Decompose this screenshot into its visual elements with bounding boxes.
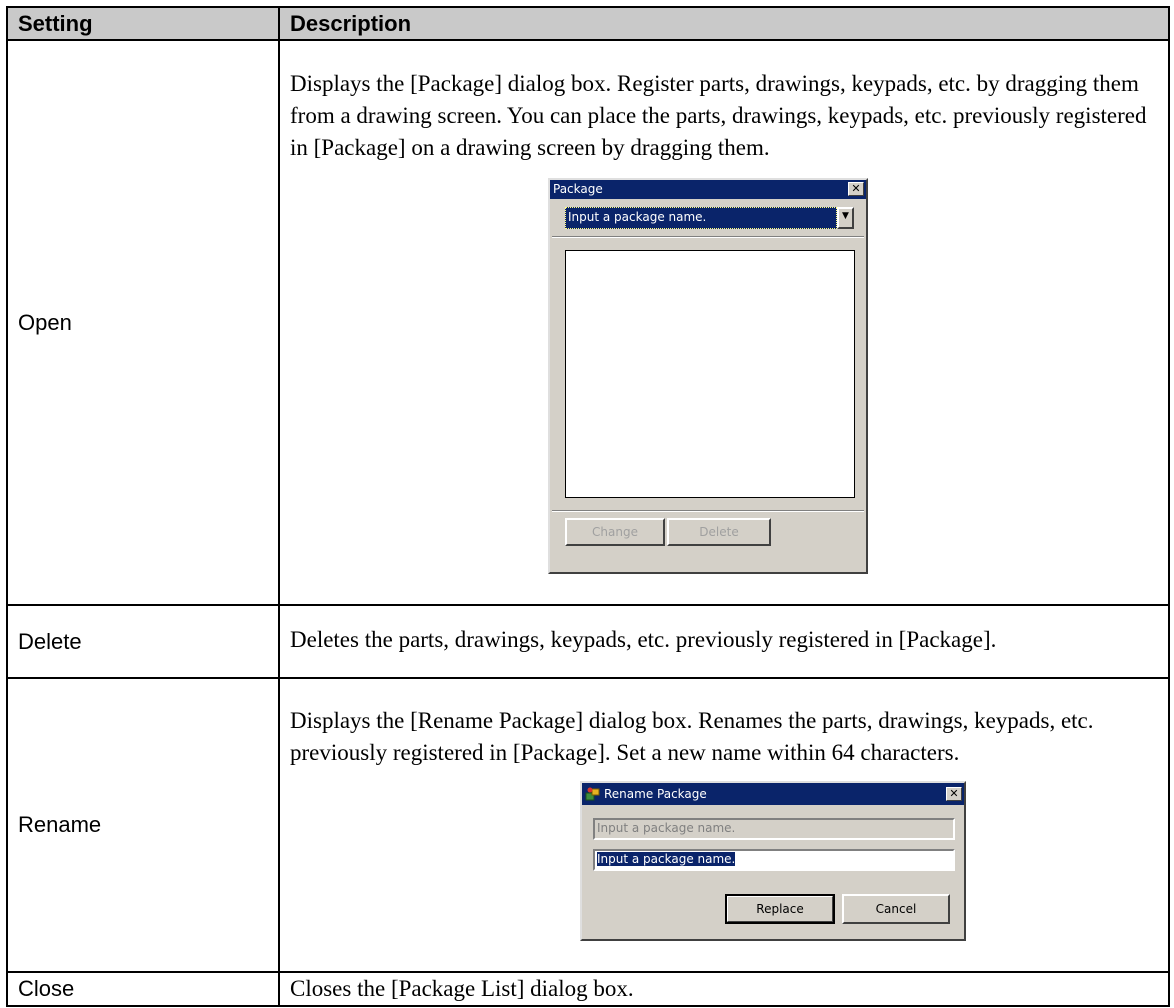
settings-table: Setting Description Open Displays the [P…	[6, 6, 1170, 1007]
description-text: Deletes the parts, drawings, keypads, et…	[290, 626, 997, 652]
setting-description: Displays the [Package] dialog box. Regis…	[278, 39, 1170, 606]
package-dialog: Package ✕ Input a package name. ▼ Change…	[548, 177, 868, 574]
rename-dialog-titlebar: Rename Package ✕	[582, 783, 964, 805]
chevron-down-icon[interactable]: ▼	[837, 206, 854, 229]
close-icon[interactable]: ✕	[946, 787, 962, 801]
setting-name: Open	[6, 39, 280, 606]
package-app-icon	[585, 786, 601, 802]
table-header-row: Setting Description	[6, 6, 1170, 41]
rename-dialog-title: Rename Package	[604, 787, 707, 801]
current-name-field: Input a package name.	[593, 818, 955, 840]
change-button[interactable]: Change	[565, 517, 665, 546]
table-row-close: Close Closes the [Package List] dialog b…	[6, 971, 1170, 1007]
replace-button[interactable]: Replace	[725, 894, 835, 924]
package-dialog-titlebar: Package ✕	[550, 179, 866, 199]
setting-description: Displays the [Rename Package] dialog box…	[278, 677, 1170, 973]
delete-button[interactable]: Delete	[667, 517, 771, 546]
header-setting: Setting	[6, 6, 280, 41]
package-name-field[interactable]: Input a package name.	[565, 206, 837, 229]
rename-package-dialog: Rename Package ✕ Input a package name. I…	[580, 781, 966, 941]
setting-name: Close	[6, 971, 280, 1007]
package-list-box[interactable]	[565, 249, 855, 498]
setting-name: Delete	[6, 604, 280, 679]
setting-description: Deletes the parts, drawings, keypads, et…	[278, 604, 1170, 679]
table-row-open: Open Displays the [Package] dialog box. …	[6, 39, 1170, 606]
divider	[552, 509, 864, 512]
setting-name: Rename	[6, 677, 280, 973]
description-text: Displays the [Rename Package] dialog box…	[290, 708, 1094, 765]
divider	[552, 235, 864, 238]
description-text: Displays the [Package] dialog box. Regis…	[290, 70, 1147, 160]
description-text: Closes the [Package List] dialog box.	[290, 976, 634, 1001]
cancel-button[interactable]: Cancel	[842, 894, 950, 924]
table-row-delete: Delete Deletes the parts, drawings, keyp…	[6, 604, 1170, 679]
setting-description: Closes the [Package List] dialog box.	[278, 971, 1170, 1007]
table-row-rename: Rename Displays the [Rename Package] dia…	[6, 677, 1170, 973]
package-dialog-title: Package	[553, 182, 603, 196]
header-description: Description	[278, 6, 1170, 41]
replace-button-label: Replace	[727, 896, 833, 922]
new-name-value: Input a package name.	[597, 852, 736, 866]
close-icon[interactable]: ✕	[848, 182, 864, 196]
package-name-combo[interactable]: Input a package name. ▼	[565, 206, 854, 229]
new-name-input[interactable]: Input a package name.	[593, 849, 955, 871]
